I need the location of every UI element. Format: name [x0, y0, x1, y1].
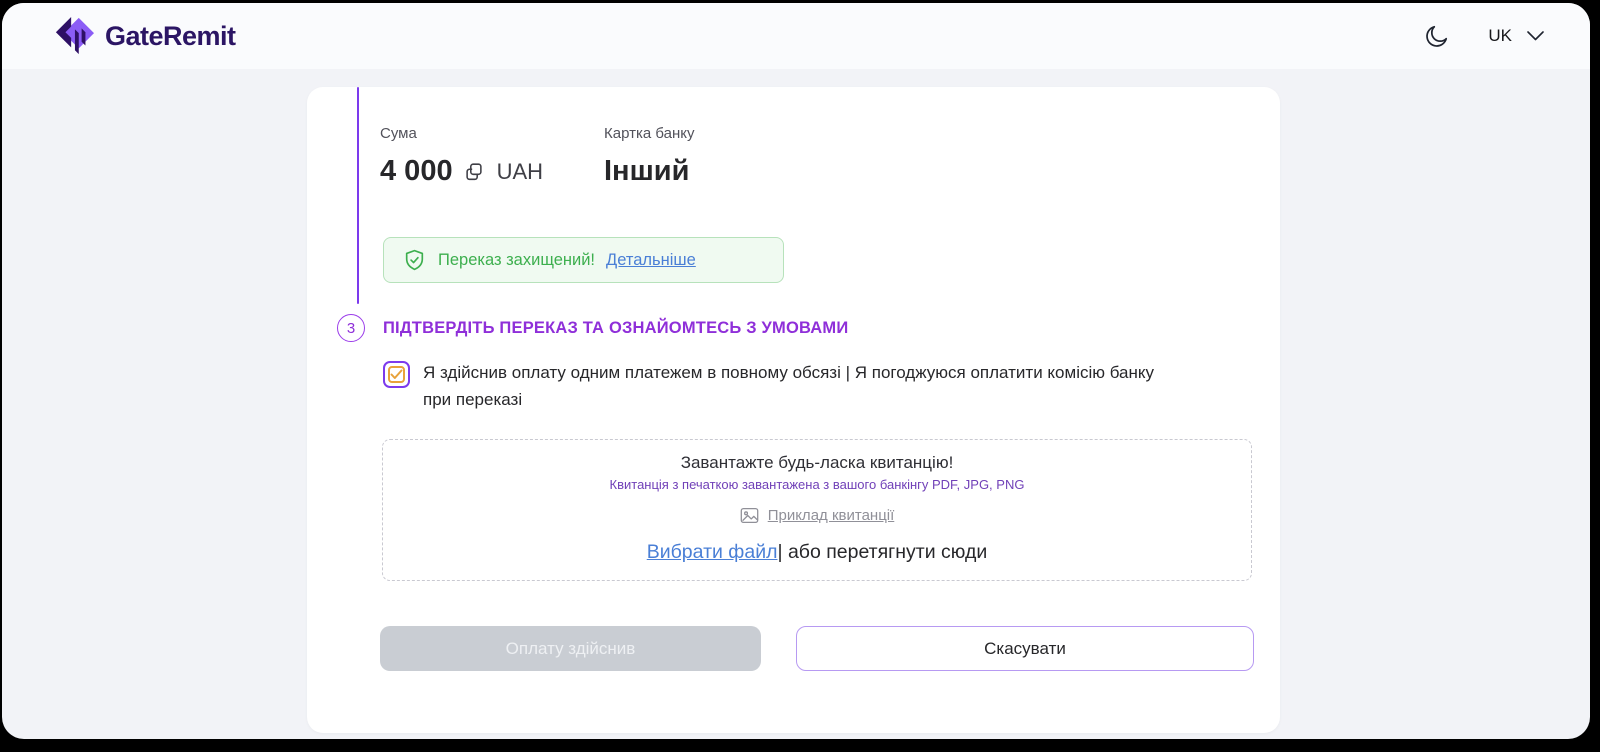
confirmation-label: Я здійснив оплату одним платежем в повно…: [423, 359, 1185, 413]
upload-title: Завантажте будь-ласка квитанцію!: [383, 453, 1251, 473]
confirmation-row: Я здійснив оплату одним платежем в повно…: [383, 359, 1185, 413]
chevron-down-icon: [1527, 31, 1544, 41]
shield-check-icon: [402, 248, 427, 273]
amount-label: Сума: [380, 125, 543, 142]
stepper-line: [357, 87, 359, 304]
receipt-example-link[interactable]: Приклад квитанції: [740, 507, 895, 524]
language-code: UK: [1488, 26, 1512, 46]
brand-logo-icon: [52, 16, 96, 56]
bank-card-block: Картка банку Інший: [604, 125, 694, 188]
amount-currency: UAH: [497, 159, 543, 185]
drag-hint: | або перетягнути сюди: [777, 541, 987, 563]
transfer-card: Сума 4 000 UAH Картка банку Інший: [307, 87, 1280, 733]
header: GateRemit UK: [2, 3, 1590, 69]
brand-name: GateRemit: [105, 21, 236, 52]
protection-details-link[interactable]: Детальніше: [606, 251, 696, 270]
amount-value: 4 000: [380, 155, 453, 188]
header-right: UK: [1424, 23, 1544, 49]
copy-icon[interactable]: [463, 161, 485, 183]
language-selector[interactable]: UK: [1488, 26, 1544, 46]
upload-subtitle: Квитанція з печаткою завантажена з вашог…: [383, 477, 1251, 492]
receipt-example-label: Приклад квитанції: [768, 507, 895, 524]
app-window: GateRemit UK Сума 4 000: [2, 3, 1590, 739]
amount-block: Сума 4 000 UAH: [380, 125, 543, 188]
step-title: ПІДТВЕРДІТЬ ПЕРЕКАЗ ТА ОЗНАЙОМТЕСЬ З УМО…: [383, 319, 848, 338]
dark-mode-moon-icon[interactable]: [1424, 23, 1450, 49]
payment-done-button[interactable]: Оплату здійснив: [380, 626, 761, 671]
step-3-header: 3 ПІДТВЕРДІТЬ ПЕРЕКАЗ ТА ОЗНАЙОМТЕСЬ З У…: [337, 314, 848, 342]
brand-logo[interactable]: GateRemit: [52, 16, 236, 56]
receipt-dropzone[interactable]: Завантажте будь-ласка квитанцію! Квитанц…: [382, 439, 1252, 581]
checkbox-check-icon: [388, 366, 405, 383]
confirmation-checkbox[interactable]: [383, 361, 410, 388]
bank-card-value: Інший: [604, 155, 689, 188]
protection-banner: Переказ захищений! Детальніше: [383, 237, 784, 283]
bank-card-label: Картка банку: [604, 125, 694, 142]
cancel-button[interactable]: Скасувати: [796, 626, 1254, 671]
choose-file-link[interactable]: Вибрати файл: [647, 541, 778, 563]
step-number-badge: 3: [337, 314, 365, 342]
image-icon: [740, 507, 759, 524]
protection-message: Переказ захищений!: [438, 251, 595, 270]
